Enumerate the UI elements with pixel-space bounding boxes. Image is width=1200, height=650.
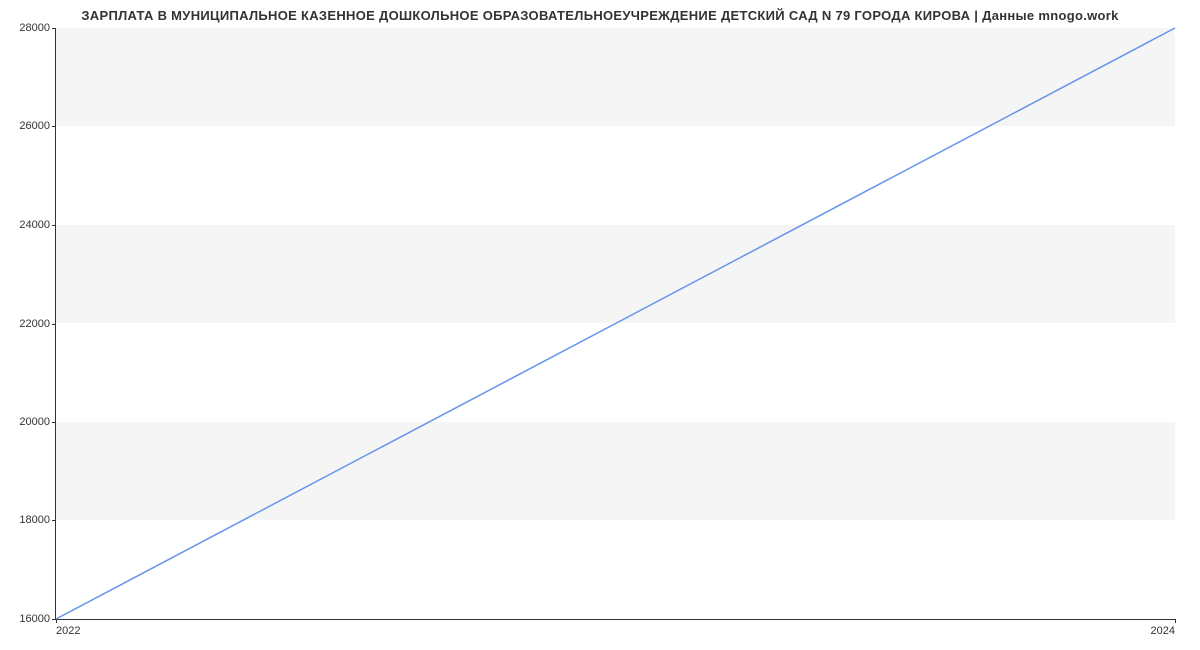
y-tick-label: 22000 (19, 318, 56, 330)
chart-line-svg (56, 28, 1175, 619)
plot-area: 16000 18000 20000 22000 24000 26000 2800… (55, 28, 1175, 620)
y-tick-label: 26000 (19, 120, 56, 132)
y-tick-label: 18000 (19, 514, 56, 526)
x-tick-mark (1175, 619, 1176, 623)
chart-container: ЗАРПЛАТА В МУНИЦИПАЛЬНОЕ КАЗЕННОЕ ДОШКОЛ… (0, 0, 1200, 650)
y-tick-label: 16000 (19, 613, 56, 625)
y-tick-label: 20000 (19, 416, 56, 428)
y-tick-label: 24000 (19, 219, 56, 231)
data-line (56, 28, 1175, 619)
x-tick-label: 2022 (56, 619, 80, 637)
chart-title: ЗАРПЛАТА В МУНИЦИПАЛЬНОЕ КАЗЕННОЕ ДОШКОЛ… (0, 0, 1200, 23)
y-tick-label: 28000 (19, 22, 56, 34)
x-tick-label: 2024 (1151, 619, 1175, 637)
